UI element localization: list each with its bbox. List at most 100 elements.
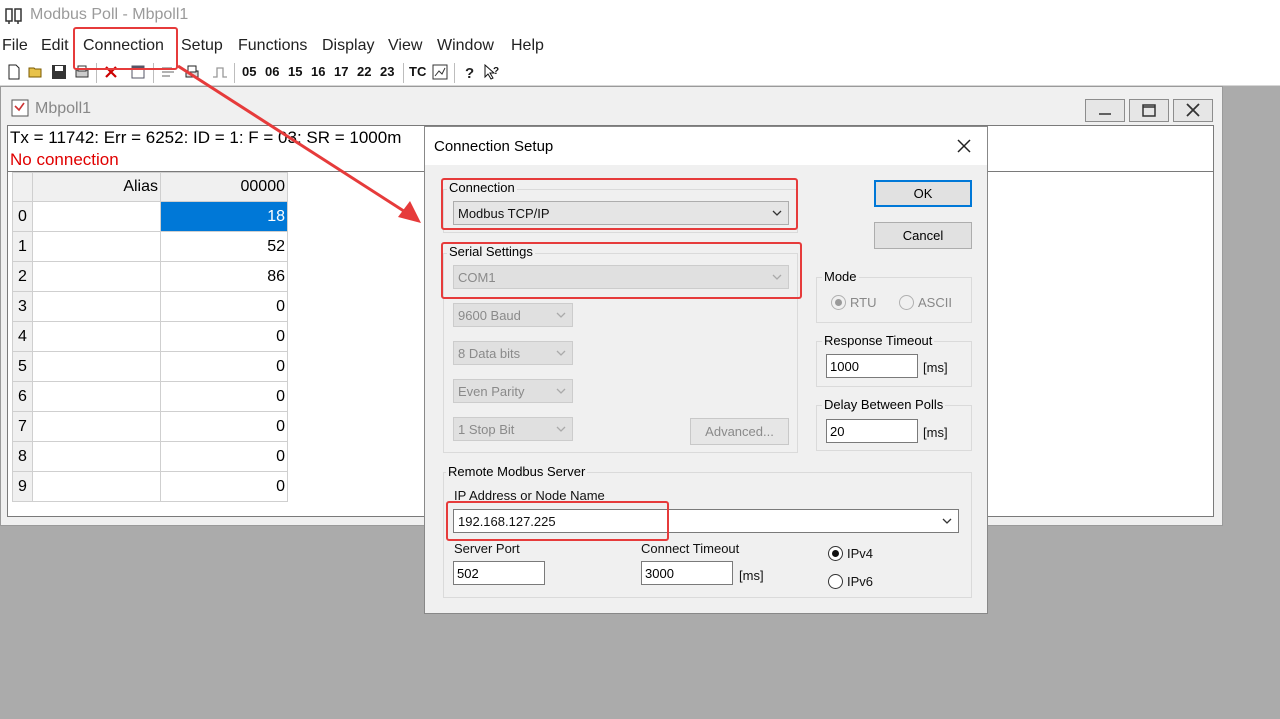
read-write-icon[interactable] bbox=[160, 64, 176, 80]
row-index[interactable]: 3 bbox=[12, 291, 33, 322]
alias-cell[interactable] bbox=[32, 201, 161, 232]
alias-cell[interactable] bbox=[32, 351, 161, 382]
alias-cell[interactable] bbox=[32, 381, 161, 412]
row-index[interactable]: 9 bbox=[12, 471, 33, 502]
cancel-button[interactable]: Cancel bbox=[874, 222, 972, 249]
function-23-button[interactable]: 23 bbox=[380, 64, 394, 79]
tc-button[interactable]: TC bbox=[409, 64, 426, 79]
value-cell[interactable]: 0 bbox=[160, 471, 288, 502]
row-index[interactable]: 0 bbox=[12, 201, 33, 232]
context-help-icon[interactable]: ? bbox=[484, 64, 500, 80]
row-index[interactable]: 6 bbox=[12, 381, 33, 412]
minimize-button[interactable] bbox=[1085, 99, 1125, 122]
window-icon[interactable] bbox=[130, 64, 146, 80]
value-cell[interactable]: 0 bbox=[160, 351, 288, 382]
remote-server-label: Remote Modbus Server bbox=[446, 464, 588, 479]
menu-setup[interactable]: Setup bbox=[181, 37, 223, 55]
value-cell[interactable]: 86 bbox=[160, 261, 288, 292]
alias-cell[interactable] bbox=[32, 291, 161, 322]
function-06-button[interactable]: 06 bbox=[265, 64, 279, 79]
value-cell[interactable]: 0 bbox=[160, 441, 288, 472]
function-22-button[interactable]: 22 bbox=[357, 64, 371, 79]
menu-functions[interactable]: Functions bbox=[238, 37, 307, 55]
table-row[interactable]: 50 bbox=[12, 351, 288, 382]
chevron-down-icon bbox=[556, 312, 566, 318]
value-cell[interactable]: 52 bbox=[160, 231, 288, 262]
value-cell[interactable]: 0 bbox=[160, 321, 288, 352]
close-window-button[interactable] bbox=[1173, 99, 1213, 122]
advanced-button[interactable]: Advanced... bbox=[690, 418, 789, 445]
ascii-radio[interactable] bbox=[899, 295, 914, 310]
parity-select[interactable]: Even Parity bbox=[453, 379, 573, 403]
menu-display[interactable]: Display bbox=[322, 37, 374, 55]
close-icon[interactable] bbox=[955, 137, 973, 155]
row-index[interactable]: 5 bbox=[12, 351, 33, 382]
rtu-radio[interactable] bbox=[831, 295, 846, 310]
table-row[interactable]: 0 18 bbox=[12, 201, 288, 232]
help-icon[interactable]: ? bbox=[461, 64, 477, 80]
function-17-button[interactable]: 17 bbox=[334, 64, 348, 79]
table-row[interactable]: 70 bbox=[12, 411, 288, 442]
delete-icon[interactable] bbox=[103, 64, 119, 80]
data-bits-select[interactable]: 8 Data bits bbox=[453, 341, 573, 365]
pulse-icon[interactable] bbox=[212, 64, 228, 80]
connect-timeout-input[interactable]: 3000 bbox=[641, 561, 733, 585]
server-port-input[interactable]: 502 bbox=[453, 561, 545, 585]
value-cell[interactable]: 18 bbox=[160, 201, 288, 232]
ipv6-radio[interactable] bbox=[828, 574, 843, 589]
ok-button[interactable]: OK bbox=[874, 180, 972, 207]
new-icon[interactable] bbox=[6, 64, 22, 80]
child-titlebar: Mbpoll1 bbox=[3, 89, 1220, 125]
menu-connection[interactable]: Connection bbox=[83, 37, 164, 55]
row-index[interactable]: 4 bbox=[12, 321, 33, 352]
alias-cell[interactable] bbox=[32, 471, 161, 502]
function-15-button[interactable]: 15 bbox=[288, 64, 302, 79]
function-16-button[interactable]: 16 bbox=[311, 64, 325, 79]
alias-cell[interactable] bbox=[32, 441, 161, 472]
function-05-button[interactable]: 05 bbox=[242, 64, 256, 79]
row-index[interactable]: 8 bbox=[12, 441, 33, 472]
chevron-down-icon[interactable] bbox=[942, 518, 952, 525]
poll-status-line: Tx = 11742: Err = 6252: ID = 1: F = 03: … bbox=[10, 128, 402, 147]
row-index[interactable]: 7 bbox=[12, 411, 33, 442]
table-row[interactable]: 2 86 bbox=[12, 261, 288, 292]
alias-cell[interactable] bbox=[32, 231, 161, 262]
value-cell[interactable]: 0 bbox=[160, 291, 288, 322]
address-header[interactable]: 00000 bbox=[160, 172, 288, 202]
table-row[interactable]: 40 bbox=[12, 321, 288, 352]
table-row[interactable]: 80 bbox=[12, 441, 288, 472]
menu-view[interactable]: View bbox=[388, 37, 422, 55]
alias-cell[interactable] bbox=[32, 321, 161, 352]
print-icon[interactable] bbox=[74, 64, 90, 80]
row-index[interactable]: 1 bbox=[12, 231, 33, 262]
connection-type-select[interactable]: Modbus TCP/IP bbox=[453, 201, 789, 225]
stop-bits-select[interactable]: 1 Stop Bit bbox=[453, 417, 573, 441]
ipv4-radio[interactable] bbox=[828, 546, 843, 561]
response-timeout-input[interactable]: 1000 bbox=[826, 354, 918, 378]
print-small-icon[interactable] bbox=[184, 64, 200, 80]
delay-input[interactable]: 20 bbox=[826, 419, 918, 443]
menu-help[interactable]: Help bbox=[511, 37, 544, 55]
menu-file[interactable]: File bbox=[2, 37, 28, 55]
alias-cell[interactable] bbox=[32, 261, 161, 292]
server-port-label: Server Port bbox=[454, 541, 520, 556]
table-row[interactable]: 1 52 bbox=[12, 231, 288, 262]
open-icon[interactable] bbox=[28, 64, 44, 80]
value-cell[interactable]: 0 bbox=[160, 381, 288, 412]
alias-cell[interactable] bbox=[32, 411, 161, 442]
baud-rate-select[interactable]: 9600 Baud bbox=[453, 303, 573, 327]
save-icon[interactable] bbox=[51, 64, 67, 80]
table-row[interactable]: 90 bbox=[12, 471, 288, 502]
table-row[interactable]: 30 bbox=[12, 291, 288, 322]
menu-edit[interactable]: Edit bbox=[41, 37, 69, 55]
row-index[interactable]: 2 bbox=[12, 261, 33, 292]
table-row[interactable]: 60 bbox=[12, 381, 288, 412]
ip-address-input[interactable]: 192.168.127.225 bbox=[453, 509, 959, 533]
svg-text:?: ? bbox=[465, 65, 474, 80]
menu-window[interactable]: Window bbox=[437, 37, 494, 55]
alias-header[interactable]: Alias bbox=[32, 172, 161, 202]
communication-icon[interactable] bbox=[432, 64, 448, 80]
maximize-button[interactable] bbox=[1129, 99, 1169, 122]
value-cell[interactable]: 0 bbox=[160, 411, 288, 442]
serial-port-select[interactable]: COM1 bbox=[453, 265, 789, 289]
